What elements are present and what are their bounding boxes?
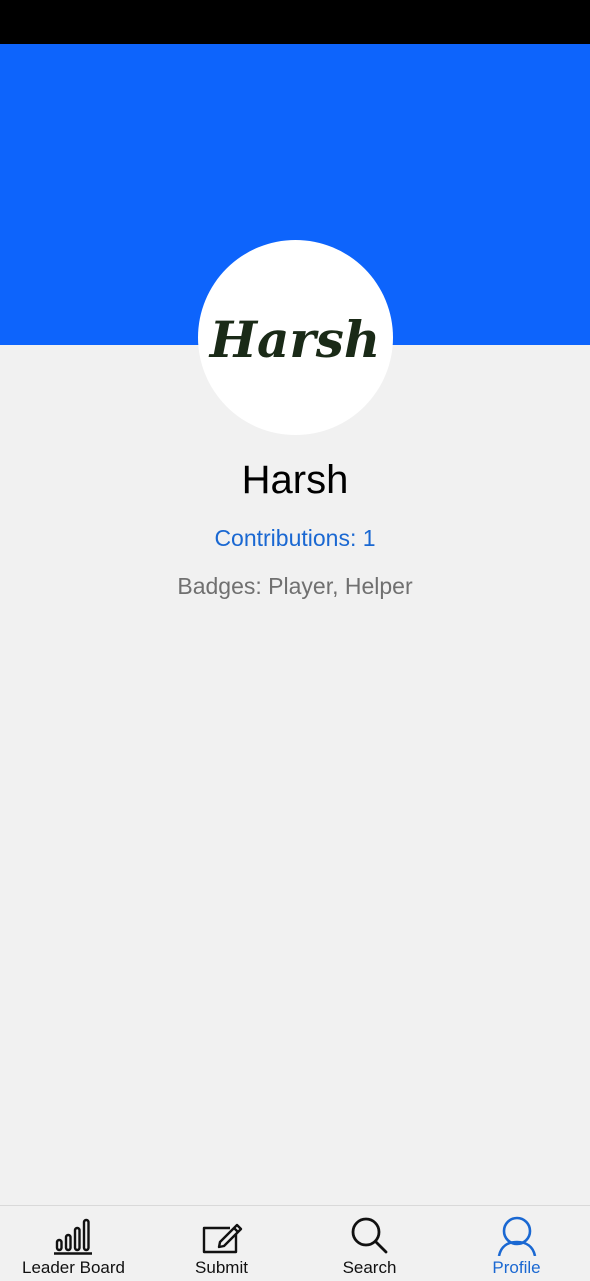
nav-label-search: Search [342, 1258, 397, 1277]
nav-label-submit: Submit [195, 1258, 248, 1277]
search-icon [351, 1217, 387, 1254]
leaderboard-icon [53, 1218, 92, 1255]
avatar: Harsh [198, 240, 393, 435]
avatar-image: Harsh [208, 310, 380, 369]
bottom-navigation: Leader Board Submit Search Profile [0, 1205, 590, 1280]
nav-label-profile: Profile [492, 1258, 541, 1277]
badges-text: Badges: Player, Helper [177, 573, 413, 599]
user-icon [497, 1216, 536, 1256]
nav-item-profile[interactable]: Profile [443, 1206, 590, 1281]
nav-item-search[interactable]: Search [296, 1206, 443, 1281]
nav-item-leader-board[interactable]: Leader Board [0, 1206, 147, 1281]
contributions-value: 1 [362, 525, 376, 551]
contributions-count: Contributions: 1 [0, 522, 590, 554]
status-bar [0, 0, 590, 44]
edit-icon [202, 1223, 242, 1254]
nav-item-submit[interactable]: Submit [148, 1206, 295, 1281]
contributions-label: Contributions: [214, 525, 357, 551]
profile-name: Harsh [241, 458, 349, 502]
avatar-signature-text: Harsh [208, 310, 380, 369]
nav-label-leader-board: Leader Board [21, 1258, 126, 1277]
